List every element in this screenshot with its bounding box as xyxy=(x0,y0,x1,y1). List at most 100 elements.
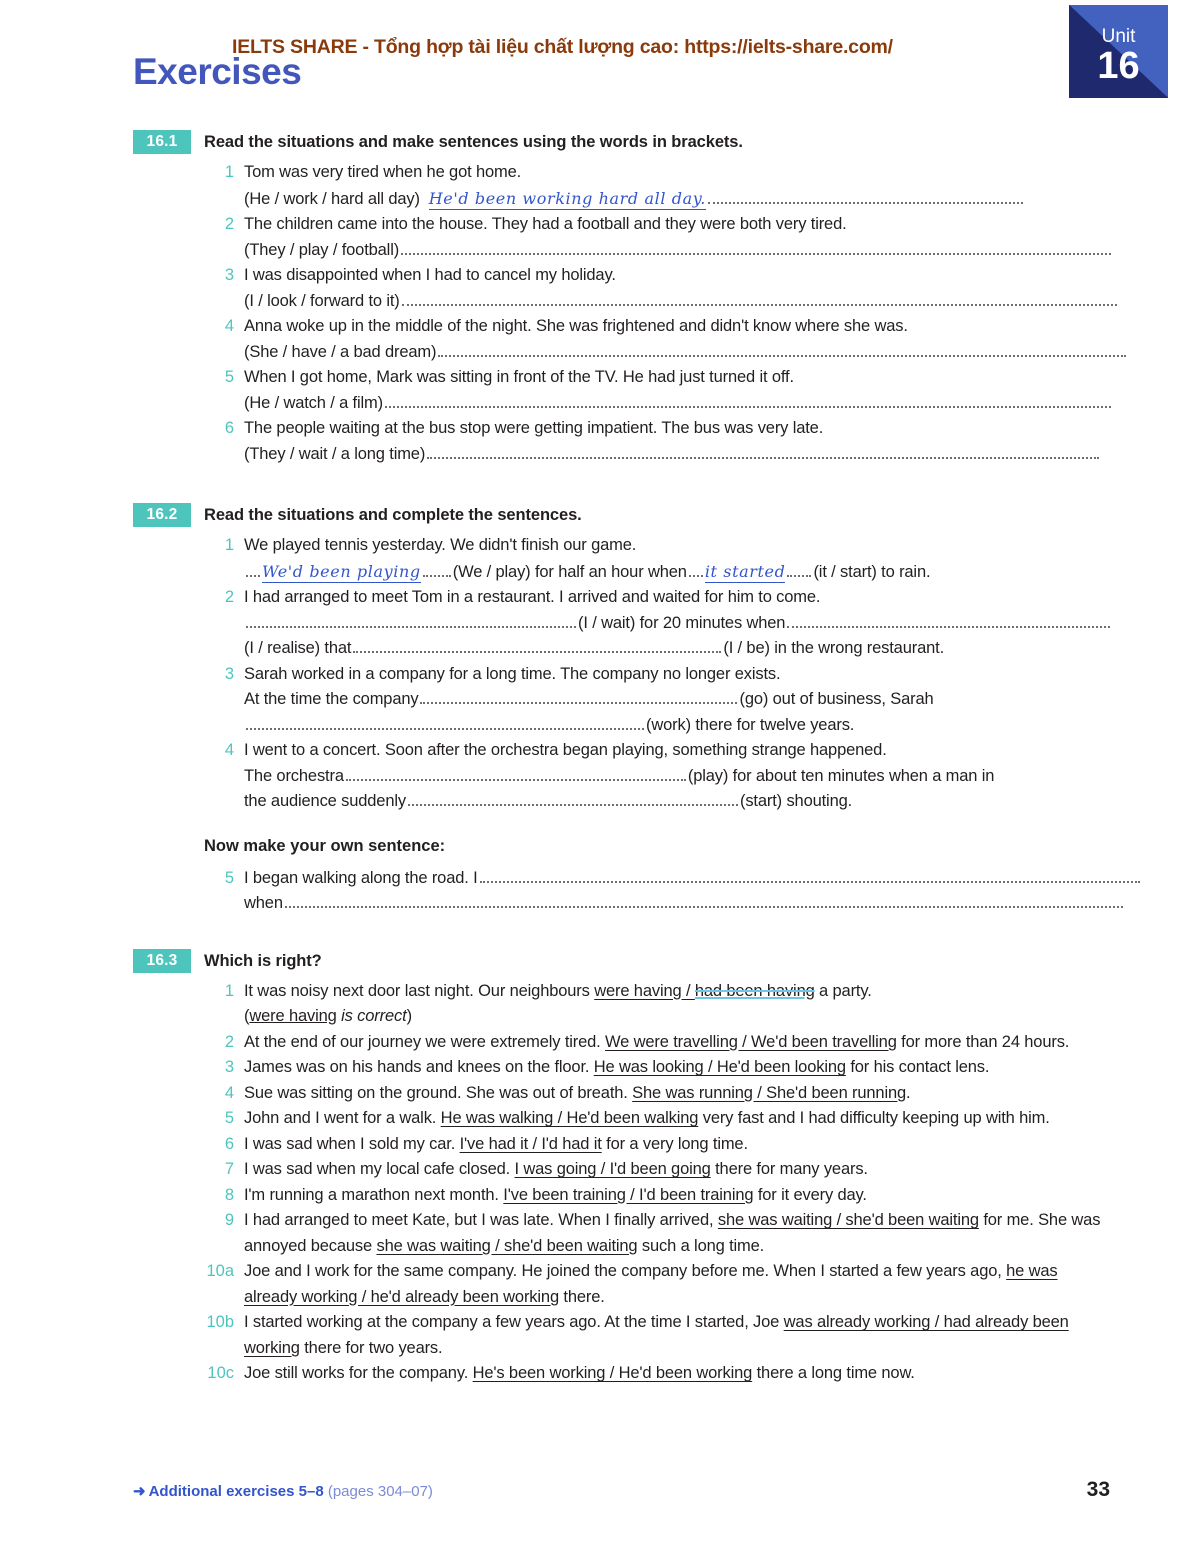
answer-blank[interactable] xyxy=(422,564,451,577)
answer-blank[interactable] xyxy=(246,615,576,628)
answer-blank[interactable] xyxy=(688,564,703,577)
item-number: 5 xyxy=(224,868,234,887)
option-pair-second[interactable]: she was waiting / she'd been waiting xyxy=(376,1237,637,1255)
tail-text: (I / be) in the wrong restaurant. xyxy=(723,639,945,657)
exercise-item: 10a Joe and I work for the same company.… xyxy=(204,1259,1110,1310)
section-title: Read the situations and complete the sen… xyxy=(204,506,582,524)
answer-row: (They / wait / a long time) xyxy=(244,442,1110,468)
item-number: 4 xyxy=(224,1083,234,1102)
option-pair[interactable]: She was running / She'd been running xyxy=(632,1084,906,1102)
item-number: 6 xyxy=(224,1134,234,1153)
answer-blank[interactable] xyxy=(401,242,1112,255)
answer-blank[interactable] xyxy=(407,793,738,806)
option-pair[interactable]: she was waiting / she'd been waiting xyxy=(718,1211,979,1229)
footer-pages: (pages 304–07) xyxy=(323,1483,433,1500)
exercise-item: 10b I started working at the company a f… xyxy=(204,1310,1110,1361)
question-post: there a long time now. xyxy=(752,1364,915,1382)
exercise-item: 3 James was on his hands and knees on th… xyxy=(204,1055,1110,1081)
tail-text: (work) there for twelve years. xyxy=(646,715,855,734)
question-pre: I started working at the company a few y… xyxy=(244,1313,784,1331)
item-body: I was sad when I sold my car. I've had i… xyxy=(244,1132,1110,1158)
question-text: I was sad when my local cafe closed. I w… xyxy=(244,1157,1110,1183)
item-number: 10c xyxy=(207,1364,234,1382)
situation-text: The children came into the house. They h… xyxy=(244,215,847,233)
cue-text: (She / have / a bad dream) xyxy=(244,342,437,361)
item-number: 1 xyxy=(224,981,234,1000)
item-number: 2 xyxy=(224,1032,234,1051)
handwritten-answer[interactable]: He'd been working hard all day. xyxy=(428,188,706,210)
option-separator: / xyxy=(681,981,695,1000)
note-option: were having xyxy=(249,1007,337,1025)
answer-blank[interactable] xyxy=(420,691,738,704)
answer-blank[interactable] xyxy=(438,344,1127,357)
question-pre: Joe and I work for the same company. He … xyxy=(244,1262,1007,1280)
lead-text: when xyxy=(244,894,283,912)
item-number: 3 xyxy=(224,266,234,284)
answer-blank[interactable] xyxy=(787,564,812,577)
unit-label: Unit xyxy=(1101,26,1136,47)
cue-text: (We / play) for half an hour when xyxy=(452,562,687,581)
option-pair[interactable]: He's been working / He'd been working xyxy=(473,1364,753,1382)
section-16-3-items: 1 It was noisy next door last night. Our… xyxy=(204,979,1110,1387)
note-close: ) xyxy=(406,1007,413,1025)
item-number: 3 xyxy=(224,1058,234,1076)
answer-row: when xyxy=(244,891,1142,917)
question-text: I'm running a marathon next month. I've … xyxy=(244,1183,1110,1209)
answer-blank[interactable] xyxy=(427,446,1100,459)
item-body: I had arranged to meet Kate, but I was l… xyxy=(244,1208,1110,1259)
section-16-3-header: 16.3 Which is right? xyxy=(133,948,1110,973)
section-badge: 16.3 xyxy=(133,948,191,973)
option-correct[interactable]: were having xyxy=(594,982,681,1000)
footer-reference[interactable]: ➜ Additional exercises 5–8 (pages 304–07) xyxy=(133,1482,433,1500)
question-post: such a long time. xyxy=(637,1236,765,1255)
section-badge: 16.2 xyxy=(133,503,191,527)
answer-blank[interactable] xyxy=(345,768,686,781)
cue-text: (go) out of business, Sarah xyxy=(739,690,934,708)
item-body: Joe and I work for the same company. He … xyxy=(244,1259,1110,1310)
section-title: Read the situations and make sentences u… xyxy=(204,133,743,151)
answer-blank[interactable] xyxy=(246,564,260,577)
situation-text: The people waiting at the bus stop were … xyxy=(244,419,824,437)
section-title: Which is right? xyxy=(204,951,322,970)
lead-text: The orchestra xyxy=(244,766,344,785)
option-pair[interactable]: He was walking / He'd been walking xyxy=(441,1109,699,1127)
question-pre: I had arranged to meet Kate, but I was l… xyxy=(244,1211,718,1229)
item-body: Tom was very tired when he got home. (He… xyxy=(244,160,1110,212)
answer-row: (work) there for twelve years. xyxy=(244,713,1110,739)
handwritten-answer[interactable]: it started xyxy=(704,561,786,583)
answer-blank[interactable] xyxy=(353,640,722,653)
exercise-item: 1 We played tennis yesterday. We didn't … xyxy=(204,533,1110,585)
option-struck[interactable]: had been having xyxy=(695,982,815,1000)
watermark-text: IELTS SHARE - Tổng hợp tài liệu chất lượ… xyxy=(232,36,893,58)
tail-text: (start) shouting. xyxy=(739,792,853,810)
answer-blank[interactable] xyxy=(246,717,644,730)
option-pair[interactable]: I've been training / I'd been training xyxy=(503,1186,753,1204)
answer-blank[interactable] xyxy=(479,870,1140,883)
handwritten-answer[interactable]: We'd been playing xyxy=(262,561,421,583)
exercise-item: 4 Sue was sitting on the ground. She was… xyxy=(204,1081,1110,1107)
option-pair[interactable]: I've had it / I'd had it xyxy=(460,1135,602,1153)
option-pair[interactable]: He was looking / He'd been looking xyxy=(594,1058,846,1076)
question-text: John and I went for a walk. He was walki… xyxy=(244,1106,1110,1132)
option-pair[interactable]: I was going / I'd been going xyxy=(515,1160,711,1178)
lead-text: the audience suddenly xyxy=(244,792,406,810)
answer-blank[interactable] xyxy=(707,191,1023,204)
option-pair[interactable]: We were travelling / We'd been travellin… xyxy=(605,1033,897,1051)
item-body: I was sad when my local cafe closed. I w… xyxy=(244,1157,1110,1183)
answer-blank[interactable] xyxy=(787,615,1111,628)
footer-link-text[interactable]: Additional exercises 5–8 xyxy=(149,1483,324,1500)
item-body: James was on his hands and knees on the … xyxy=(244,1055,1110,1081)
item-body: Sue was sitting on the ground. She was o… xyxy=(244,1081,1110,1107)
subheading: Now make your own sentence: xyxy=(204,836,446,855)
lead-text: At the time the company xyxy=(244,690,419,708)
question-text: I was sad when I sold my car. I've had i… xyxy=(244,1132,1110,1158)
question-post: for more than 24 hours. xyxy=(896,1032,1070,1051)
answer-blank[interactable] xyxy=(401,293,1117,306)
question-post: very fast and I had difficulty keeping u… xyxy=(698,1109,1050,1127)
answer-blank[interactable] xyxy=(384,395,1111,408)
item-body: It was noisy next door last night. Our n… xyxy=(244,979,1110,1030)
answer-row: (I / realise) that (I / be) in the wrong … xyxy=(244,636,1112,662)
question-pre: James was on his hands and knees on the … xyxy=(244,1058,594,1076)
question-pre: I'm running a marathon next month. xyxy=(244,1185,504,1204)
answer-blank[interactable] xyxy=(284,895,1123,908)
